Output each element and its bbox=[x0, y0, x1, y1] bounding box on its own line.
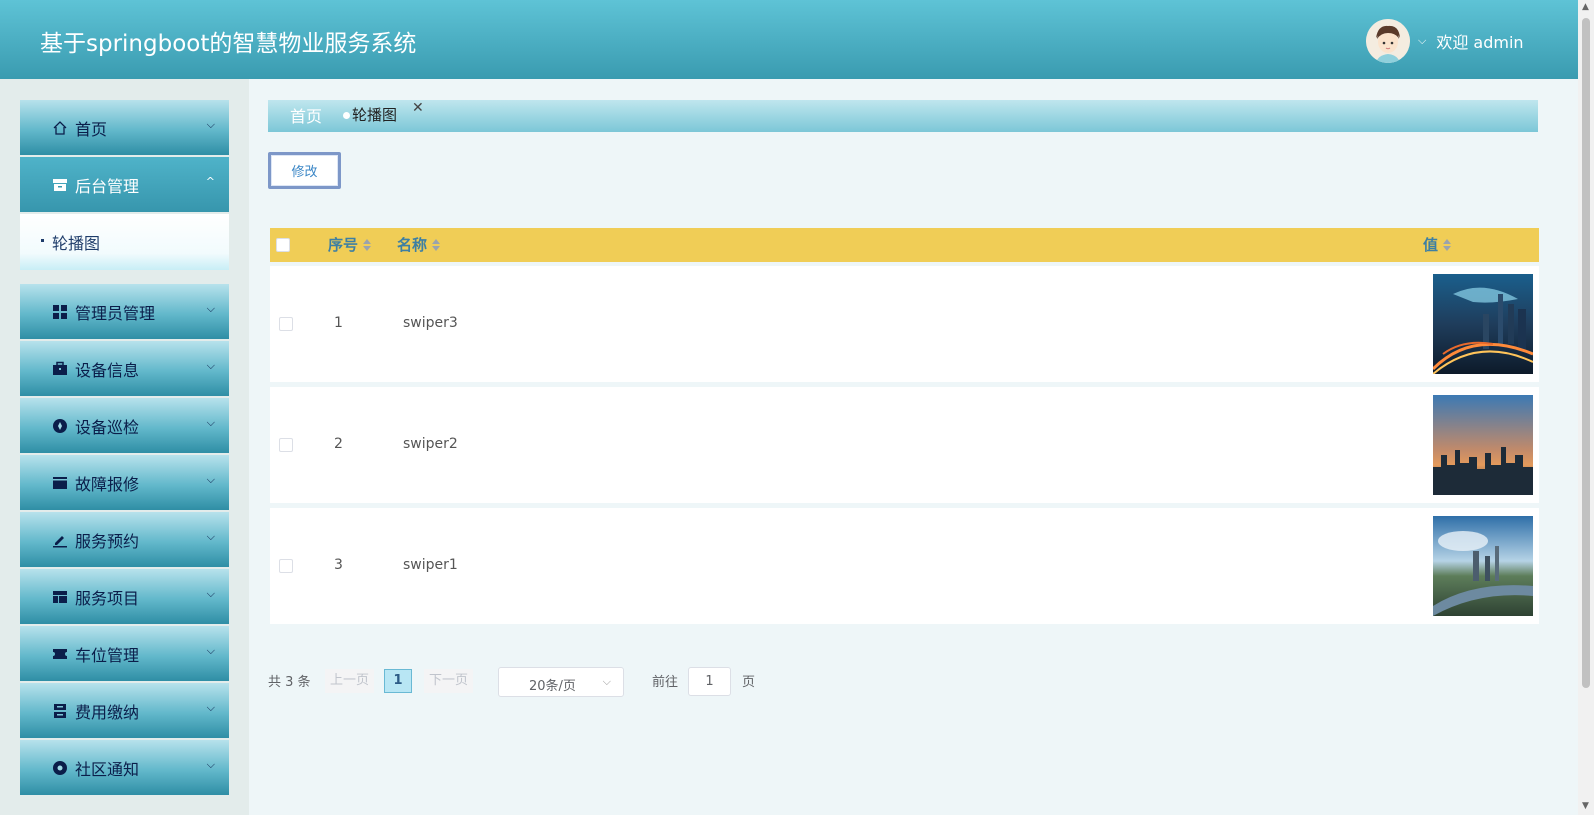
city-night-image[interactable] bbox=[1433, 274, 1533, 374]
user-menu[interactable]: ⌵ 欢迎 admin bbox=[1366, 19, 1524, 63]
sidebar-item-device-info[interactable]: 设备信息 ⌵ bbox=[20, 341, 229, 396]
sidebar-item-booking[interactable]: 服务预约 ⌵ bbox=[20, 512, 229, 567]
sidebar-item-label: 车位管理 bbox=[75, 645, 140, 665]
sidebar-item-device-inspection[interactable]: 设备巡检 ⌵ bbox=[20, 398, 229, 453]
cell-no: 2 bbox=[334, 436, 343, 452]
chevron-down-icon: ⌵ bbox=[206, 302, 215, 315]
sidebar-item-service-items[interactable]: 服务项目 ⌵ bbox=[20, 569, 229, 624]
table-row[interactable]: 2 swiper2 bbox=[270, 387, 1539, 503]
row-checkbox[interactable] bbox=[279, 438, 293, 452]
sidebar-item-label: 故障报修 bbox=[75, 474, 140, 494]
sort-icon[interactable] bbox=[432, 238, 441, 251]
table-row[interactable]: 1 swiper3 bbox=[270, 266, 1539, 382]
sidebar-item-parking[interactable]: 车位管理 ⌵ bbox=[20, 626, 229, 681]
tabs-bar: 首页 轮播图 ✕ bbox=[268, 100, 1538, 132]
cell-no: 1 bbox=[334, 315, 343, 331]
column-header-label: 序号 bbox=[328, 236, 359, 254]
app-title: 基于springboot的智慧物业服务系统 bbox=[40, 31, 417, 57]
sidebar-item-carousel[interactable]: 轮播图 bbox=[40, 230, 100, 254]
chevron-down-icon: ⌵ bbox=[206, 118, 215, 131]
archive-icon bbox=[51, 176, 69, 194]
chevron-down-icon: ⌵ bbox=[206, 701, 215, 714]
sidebar-item-label: 服务项目 bbox=[75, 588, 140, 608]
sidebar-item-admin[interactable]: 管理员管理 ⌵ bbox=[20, 284, 229, 339]
column-header-no[interactable]: 序号 bbox=[328, 234, 372, 255]
chevron-down-icon: ⌵ bbox=[206, 530, 215, 543]
briefcase-icon bbox=[51, 360, 69, 378]
chevron-down-icon: ⌵ bbox=[206, 758, 215, 771]
server-icon bbox=[51, 702, 69, 720]
chevron-down-icon: ⌵ bbox=[602, 675, 611, 688]
cell-no: 3 bbox=[334, 557, 343, 573]
page-size-select[interactable]: 20条/页 ⌵ bbox=[498, 667, 624, 697]
prev-page-button[interactable]: 上一页 bbox=[325, 669, 375, 693]
sidebar-item-repair[interactable]: 故障报修 ⌵ bbox=[20, 455, 229, 510]
sidebar-item-label: 后台管理 bbox=[75, 176, 140, 196]
cell-name: swiper1 bbox=[403, 557, 458, 573]
sidebar-item-label: 社区通知 bbox=[75, 759, 140, 779]
home-icon bbox=[51, 119, 69, 137]
sidebar-item-home[interactable]: 首页 ⌵ bbox=[20, 100, 229, 155]
cell-name: swiper2 bbox=[403, 436, 458, 452]
sidebar-item-label: 费用缴纳 bbox=[75, 702, 140, 722]
top-header: 基于springboot的智慧物业服务系统 ⌵ 欢迎 admin bbox=[0, 0, 1578, 79]
column-header-value[interactable]: 值 bbox=[1423, 234, 1452, 255]
column-header-label: 名称 bbox=[397, 236, 428, 254]
sidebar-item-label: 设备信息 bbox=[75, 360, 140, 380]
edit-icon bbox=[51, 531, 69, 549]
page-scrollbar[interactable]: ▲ ▼ bbox=[1578, 0, 1594, 815]
sidebar-item-label: 设备巡检 bbox=[75, 417, 140, 437]
city-sunset-image[interactable] bbox=[1433, 395, 1533, 495]
tab-carousel-label: 轮播图 bbox=[352, 106, 398, 124]
row-checkbox[interactable] bbox=[279, 317, 293, 331]
select-all-checkbox[interactable] bbox=[276, 238, 290, 252]
chevron-down-icon: ⌵ bbox=[206, 587, 215, 600]
city-aerial-image[interactable] bbox=[1433, 516, 1533, 616]
table-row[interactable]: 3 swiper1 bbox=[270, 508, 1539, 624]
chevron-down-icon: ⌵ bbox=[206, 473, 215, 486]
sidebar-item-label: 服务预约 bbox=[75, 531, 140, 551]
record-icon bbox=[51, 759, 69, 777]
compass-icon bbox=[51, 417, 69, 435]
row-checkbox[interactable] bbox=[279, 559, 293, 573]
sort-icon[interactable] bbox=[1443, 238, 1452, 251]
sidebar-item-fees[interactable]: 费用缴纳 ⌵ bbox=[20, 683, 229, 738]
tab-home[interactable]: 首页 bbox=[290, 103, 322, 127]
avatar[interactable] bbox=[1366, 19, 1410, 63]
layout-icon bbox=[51, 588, 69, 606]
table-header: 序号 名称 值 bbox=[270, 228, 1539, 262]
page-number-button[interactable]: 1 bbox=[384, 669, 412, 693]
active-dot-icon bbox=[343, 112, 350, 119]
cell-name: swiper3 bbox=[403, 315, 458, 331]
submenu-backend: 轮播图 bbox=[20, 214, 229, 270]
total-count: 共 3 条 bbox=[268, 675, 311, 690]
sidebar-item-backend[interactable]: 后台管理 ^ bbox=[20, 157, 229, 212]
sidebar-item-label: 首页 bbox=[75, 119, 108, 139]
chevron-down-icon[interactable]: ⌵ bbox=[1418, 34, 1426, 48]
goto-page-input[interactable]: 1 bbox=[688, 667, 731, 696]
goto-label: 前往 bbox=[652, 675, 679, 690]
next-page-button[interactable]: 下一页 bbox=[424, 669, 474, 693]
ticket-icon bbox=[51, 645, 69, 663]
scroll-down-icon[interactable]: ▼ bbox=[1582, 801, 1589, 811]
sidebar-item-notice[interactable]: 社区通知 ⌵ bbox=[20, 740, 229, 795]
sort-icon[interactable] bbox=[363, 238, 372, 251]
chevron-down-icon: ⌵ bbox=[206, 359, 215, 372]
tab-carousel[interactable]: 轮播图 bbox=[343, 104, 397, 125]
column-header-label: 值 bbox=[1423, 236, 1439, 254]
sidebar-item-label: 管理员管理 bbox=[75, 303, 156, 323]
scrollbar-thumb[interactable] bbox=[1582, 18, 1590, 688]
page-size-value: 20条/页 bbox=[529, 679, 576, 694]
card-icon bbox=[51, 474, 69, 492]
scroll-up-icon[interactable]: ▲ bbox=[1582, 2, 1589, 12]
page-suffix: 页 bbox=[742, 675, 756, 690]
welcome-text: 欢迎 admin bbox=[1436, 33, 1524, 52]
chevron-down-icon: ⌵ bbox=[206, 644, 215, 657]
edit-button[interactable]: 修改 bbox=[268, 152, 341, 189]
chevron-up-icon: ^ bbox=[205, 175, 215, 188]
grid-icon bbox=[51, 303, 69, 321]
column-header-name[interactable]: 名称 bbox=[397, 234, 441, 255]
chevron-down-icon: ⌵ bbox=[206, 416, 215, 429]
close-icon[interactable]: ✕ bbox=[412, 100, 424, 116]
